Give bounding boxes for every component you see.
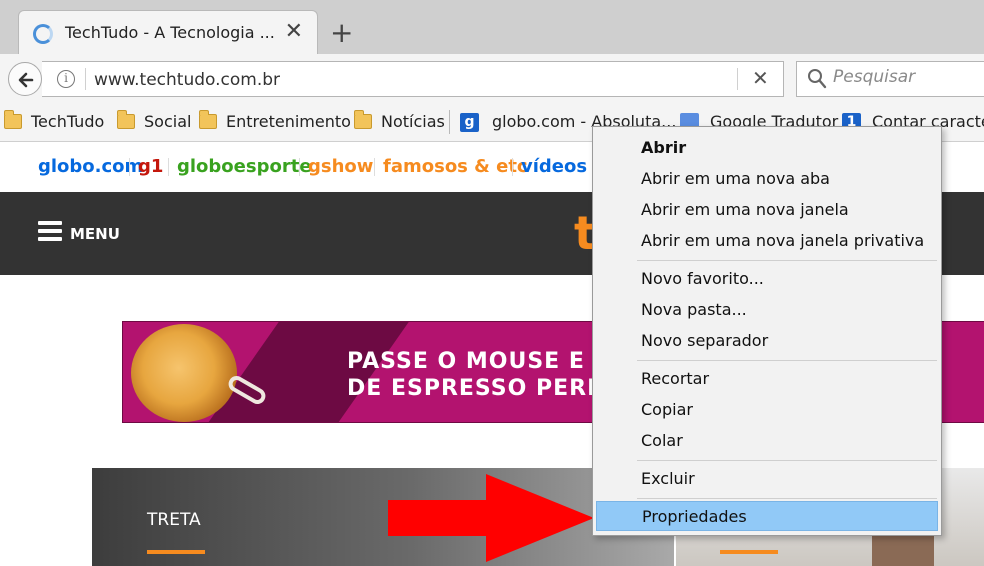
- url-bar[interactable]: i www.techtudo.com.br ✕: [42, 61, 784, 97]
- nav-divider: [512, 158, 513, 176]
- red-arrow-icon: [388, 474, 594, 562]
- folder-icon: [354, 110, 372, 129]
- menu-item-recortar[interactable]: Recortar: [593, 364, 941, 394]
- bookmark-label: TechTudo: [31, 112, 105, 131]
- bookmark-context-menu: Abrir Abrir em uma nova aba Abrir em uma…: [592, 126, 942, 536]
- menu-item-colar[interactable]: Colar: [593, 426, 941, 456]
- url-divider: [85, 68, 86, 90]
- card-accent-bar: [720, 550, 778, 554]
- menu-item-propriedades[interactable]: Propriedades: [596, 501, 938, 531]
- menu-item-abrir-nova-janela[interactable]: Abrir em uma nova janela: [593, 195, 941, 225]
- card-accent-bar: [147, 550, 205, 554]
- menu-item-abrir-nova-aba[interactable]: Abrir em uma nova aba: [593, 164, 941, 194]
- menu-item-excluir[interactable]: Excluir: [593, 464, 941, 494]
- url-text[interactable]: www.techtudo.com.br: [94, 70, 280, 90]
- search-bar[interactable]: [796, 61, 984, 97]
- bookmark-label: Entretenimento: [226, 112, 351, 131]
- espresso-cup-image: [131, 324, 237, 422]
- new-tab-button[interactable]: +: [330, 19, 353, 47]
- bookmark-separator: [449, 110, 450, 134]
- close-tab-icon[interactable]: ✕: [285, 21, 303, 43]
- url-divider: [737, 68, 738, 90]
- menu-button[interactable]: MENU: [70, 225, 120, 243]
- menu-item-copiar[interactable]: Copiar: [593, 395, 941, 425]
- menu-item-abrir[interactable]: Abrir: [593, 133, 941, 163]
- tab-strip: TechTudo - A Tecnologia ... ✕ +: [0, 0, 984, 54]
- bookmark-label: Notícias: [381, 112, 445, 131]
- nav-link-globo[interactable]: globo.com: [38, 156, 143, 177]
- nav-link-famosos[interactable]: famosos & etc: [383, 156, 528, 177]
- nav-divider: [299, 158, 300, 176]
- nav-link-gshow[interactable]: gshow: [308, 156, 373, 177]
- nav-link-g1[interactable]: g1: [138, 156, 163, 177]
- menu-item-nova-pasta[interactable]: Nova pasta...: [593, 295, 941, 325]
- folder-icon: [199, 110, 217, 129]
- bookmark-label: Social: [144, 112, 192, 131]
- nav-link-videos[interactable]: vídeos: [521, 156, 587, 177]
- g-favicon-icon: g: [460, 113, 479, 132]
- search-input[interactable]: [833, 67, 983, 87]
- nav-divider: [168, 158, 169, 176]
- menu-item-novo-separador[interactable]: Novo separador: [593, 326, 941, 356]
- tab-title: TechTudo - A Tecnologia ...: [65, 23, 275, 42]
- nav-divider: [374, 158, 375, 176]
- clear-url-icon[interactable]: ✕: [752, 66, 769, 90]
- info-icon[interactable]: i: [57, 70, 75, 88]
- menu-item-novo-favorito[interactable]: Novo favorito...: [593, 264, 941, 294]
- folder-icon: [4, 110, 22, 129]
- navigation-toolbar: i www.techtudo.com.br ✕: [0, 54, 984, 102]
- menu-separator: [637, 460, 937, 461]
- tab-techtudo[interactable]: TechTudo - A Tecnologia ... ✕: [18, 10, 318, 54]
- back-button[interactable]: [8, 62, 42, 96]
- nav-link-globoesporte[interactable]: globoesporte: [177, 156, 312, 177]
- menu-item-abrir-janela-privativa[interactable]: Abrir em uma nova janela privativa: [593, 226, 941, 256]
- card-category: TRETA: [147, 510, 201, 530]
- folder-icon: [117, 110, 135, 129]
- loading-spinner-icon: [33, 24, 53, 44]
- hamburger-menu-icon[interactable]: [38, 221, 62, 241]
- menu-separator: [637, 360, 937, 361]
- back-arrow-icon: [18, 72, 34, 88]
- search-icon: [808, 69, 827, 89]
- menu-separator: [637, 498, 937, 499]
- menu-separator: [637, 260, 937, 261]
- nav-divider: [129, 158, 130, 176]
